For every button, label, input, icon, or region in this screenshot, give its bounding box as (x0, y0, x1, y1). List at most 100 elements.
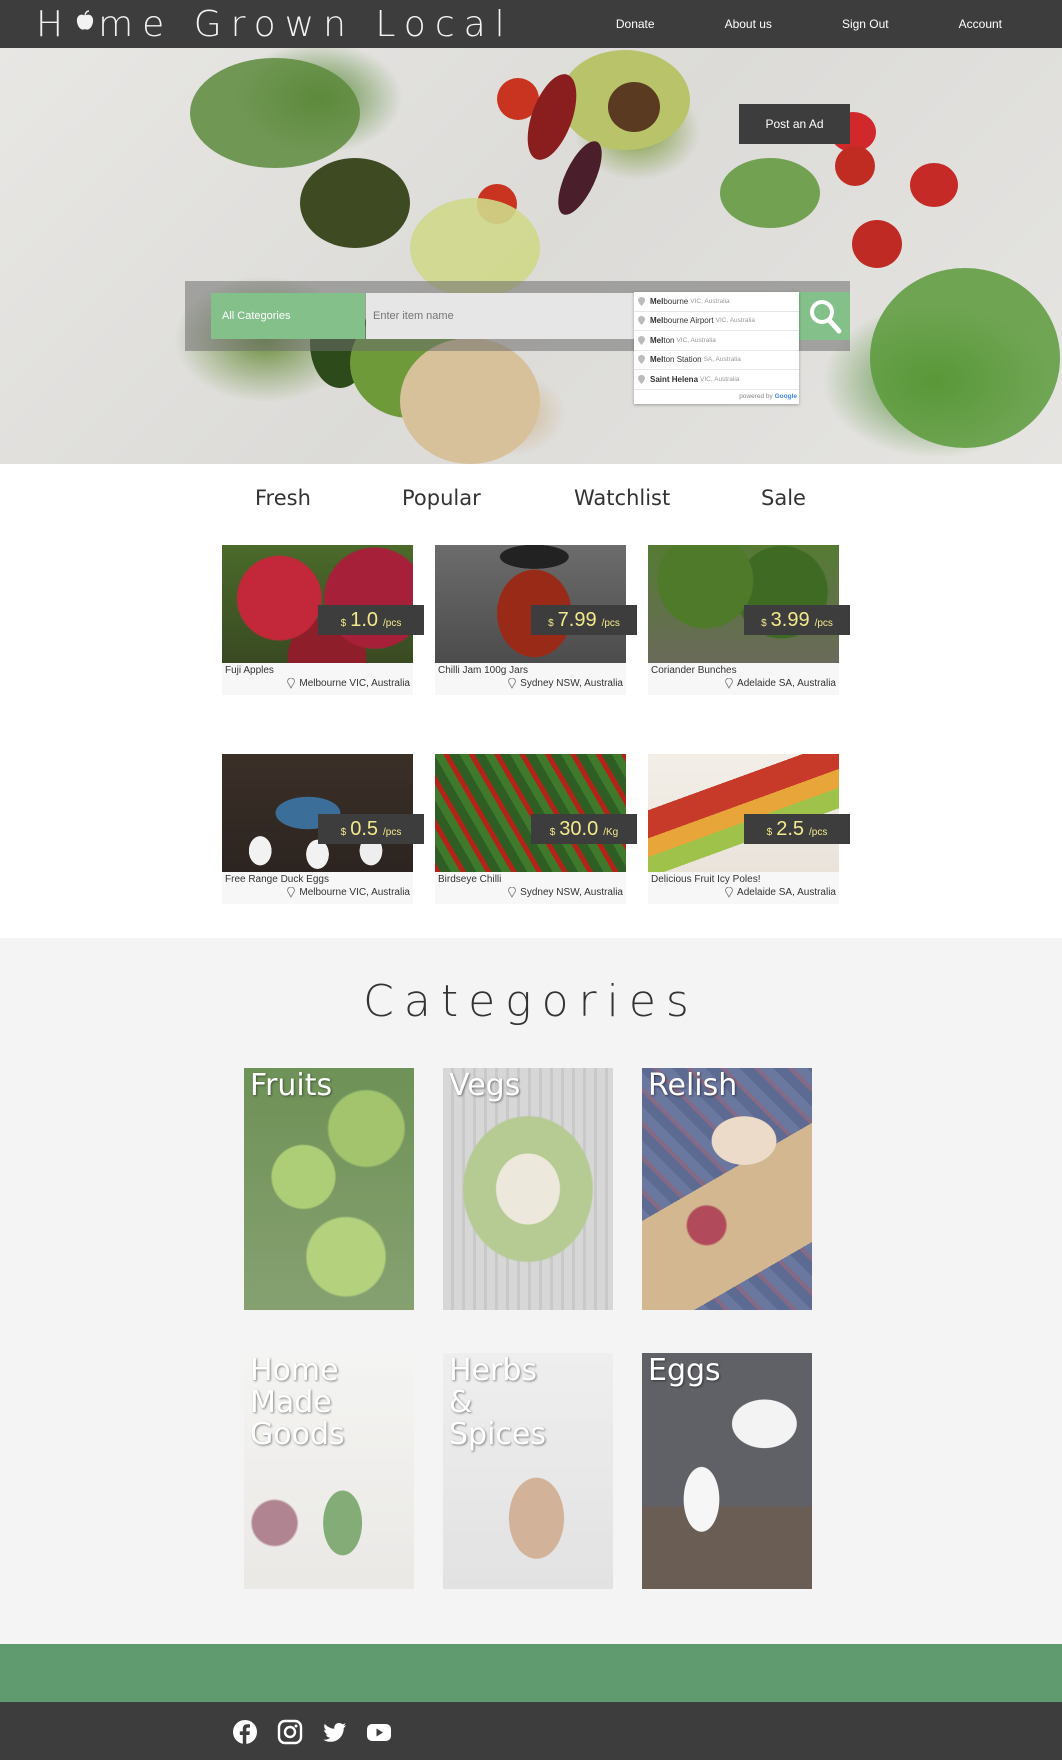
product-photo (648, 754, 839, 872)
product-location-text: Adelaide SA, Australia (737, 887, 836, 898)
price-currency: $ (340, 827, 347, 838)
map-pin-icon (638, 316, 645, 326)
location-pin-icon (508, 887, 516, 898)
youtube-icon[interactable] (366, 1719, 392, 1745)
tab-popular[interactable]: Popular (402, 486, 481, 510)
product-name: Free Range Duck Eggs (225, 874, 329, 885)
post-ad-button[interactable]: Post an Ad (739, 104, 850, 144)
product-location: Melbourne VIC, Australia (287, 678, 410, 689)
category-label: Home Made Goods (250, 1355, 345, 1451)
autocomplete-item[interactable]: Mel bourne Airport VIC, Australia (634, 312, 799, 331)
nav-signout-link[interactable]: Sign Out (842, 17, 889, 31)
category-select[interactable]: All Categories (211, 293, 365, 339)
google-logo: Google (774, 392, 797, 400)
hero-banner: Post an Ad All Categories (0, 48, 1062, 464)
price-unit: /pcs (814, 618, 833, 629)
hero-photo-detail (835, 146, 875, 186)
hero-photo-detail (720, 158, 820, 228)
category-overlay (244, 1068, 414, 1310)
item-search-input[interactable] (366, 293, 634, 339)
category-relish[interactable]: Relish (642, 1068, 812, 1310)
facebook-icon[interactable] (232, 1719, 258, 1745)
logo-text-1: H (36, 4, 73, 45)
price-tag: $1.0/pcs (318, 605, 424, 635)
category-fruits[interactable]: Fruits (244, 1068, 414, 1310)
category-label-line: Relish (648, 1068, 738, 1103)
product-card[interactable]: $3.99/pcs Coriander Bunches Adelaide SA,… (648, 545, 850, 695)
price-tag: $2.5/pcs (744, 814, 850, 844)
category-eggs[interactable]: Eggs (642, 1353, 812, 1589)
price-unit: /pcs (601, 618, 620, 629)
product-photo (435, 545, 626, 663)
autocomplete-sub: VIC, Australia (690, 297, 730, 305)
autocomplete-item[interactable]: Mel ton Station SA, Australia (634, 351, 799, 370)
autocomplete-match: Mel (650, 316, 664, 326)
tab-fresh[interactable]: Fresh (255, 486, 311, 510)
autocomplete-rest: ton Station (663, 355, 702, 365)
category-label-line: Spices (449, 1417, 547, 1452)
location-pin-icon (287, 887, 296, 898)
product-location-text: Sydney NSW, Australia (520, 887, 623, 898)
price-currency: $ (549, 827, 556, 838)
product-photo (648, 545, 839, 663)
autocomplete-sub: SA, Australia (703, 356, 741, 364)
location-autocomplete: Mel bourne VIC, Australia Mel bourne Airpor… (634, 292, 799, 404)
price-unit: /pcs (383, 618, 402, 629)
product-tabs: Fresh Popular Watchlist Sale (0, 486, 1062, 516)
autocomplete-match: Mel (650, 296, 664, 306)
map-pin-icon (638, 296, 645, 306)
price-value: 0.5 (350, 818, 379, 840)
product-card[interactable]: $2.5/pcs Delicious Fruit Icy Poles! Adel… (648, 754, 850, 904)
category-overlay (642, 1068, 812, 1310)
product-location-text: Sydney NSW, Australia (520, 678, 623, 689)
tab-watchlist[interactable]: Watchlist (574, 486, 670, 510)
autocomplete-attribution: powered by Google (634, 390, 799, 400)
category-label-line: Goods (250, 1417, 345, 1452)
twitter-icon[interactable] (322, 1719, 348, 1745)
instagram-icon[interactable] (277, 1719, 303, 1745)
hero-photo-detail (852, 220, 902, 268)
site-logo[interactable]: Hme Grown Local (36, 4, 514, 45)
product-card[interactable]: $7.99/pcs Chilli Jam 100g Jars Sydney NS… (435, 545, 637, 695)
categories-section: Categories Fruits Vegs Relish Home Made … (0, 938, 1062, 1644)
product-location-text: Melbourne VIC, Australia (299, 887, 410, 898)
autocomplete-sub: VIC, Australia (700, 375, 740, 383)
autocomplete-item[interactable]: Mel ton VIC, Australia (634, 331, 799, 351)
nav-donate-link[interactable]: Donate (616, 17, 655, 31)
nav-account-link[interactable]: Account (959, 17, 1002, 31)
product-location-text: Adelaide SA, Australia (737, 678, 836, 689)
autocomplete-match: Mel (650, 355, 664, 365)
search-button[interactable] (799, 292, 850, 340)
location-pin-icon (287, 678, 296, 689)
autocomplete-item[interactable]: Mel bourne VIC, Australia (634, 292, 799, 312)
product-card[interactable]: $30.0/Kg Birdseye Chilli Sydney NSW, Aus… (435, 754, 637, 904)
price-unit: /pcs (809, 827, 828, 838)
nav-about-link[interactable]: About us (725, 17, 772, 31)
autocomplete-match: Mel (650, 335, 664, 345)
category-label: Relish (648, 1070, 737, 1102)
product-location: Adelaide SA, Australia (725, 678, 836, 689)
autocomplete-sub: VIC, Australia (715, 317, 755, 325)
autocomplete-item[interactable]: Saint Helena VIC, Australia (634, 370, 799, 390)
product-card[interactable]: $0.5/pcs Free Range Duck Eggs Melbourne … (222, 754, 424, 904)
hero-photo-detail (400, 338, 540, 464)
autocomplete-match: Saint Helena (650, 374, 699, 384)
map-pin-icon (638, 355, 645, 365)
category-label: Herbs & Spices (449, 1355, 546, 1451)
price-value: 1.0 (350, 609, 379, 631)
map-pin-icon (638, 374, 645, 384)
category-vegs[interactable]: Vegs (443, 1068, 613, 1310)
product-card[interactable]: $1.0/pcs Fuji Apples Melbourne VIC, Aust… (222, 545, 424, 695)
category-home-made-goods[interactable]: Home Made Goods (244, 1353, 414, 1589)
product-photo (222, 754, 413, 872)
price-unit: /pcs (383, 827, 402, 838)
price-tag: $7.99/pcs (531, 605, 637, 635)
category-overlay (642, 1353, 812, 1589)
autocomplete-rest: bourne Airport (663, 316, 714, 326)
category-herbs-spices[interactable]: Herbs & Spices (443, 1353, 613, 1589)
tab-sale[interactable]: Sale (761, 486, 806, 510)
autocomplete-rest: bourne (663, 296, 689, 306)
category-overlay (443, 1068, 613, 1310)
product-photo (435, 754, 626, 872)
hero-photo-detail (910, 163, 958, 207)
